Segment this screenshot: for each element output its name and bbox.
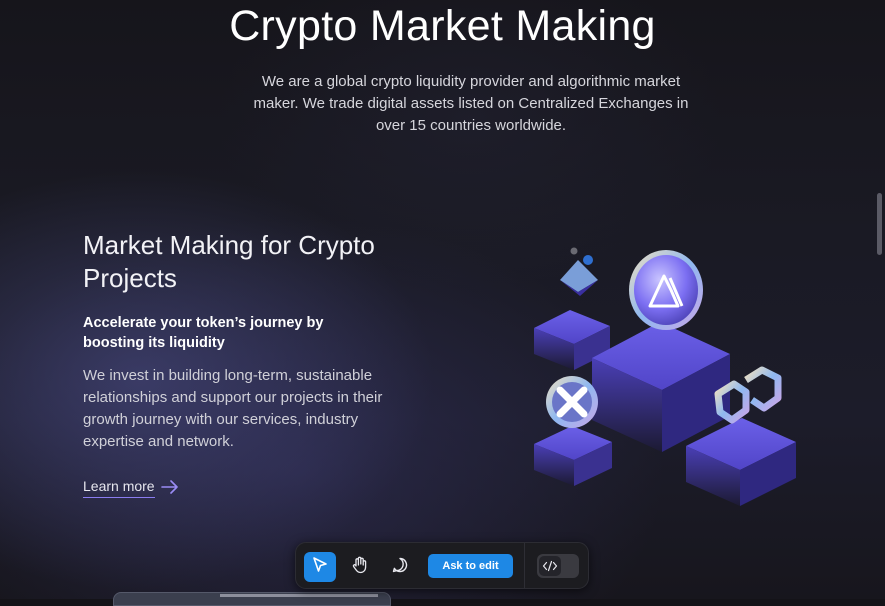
code-view-toggle[interactable] xyxy=(537,554,579,578)
triangle-token-icon xyxy=(560,247,598,296)
comment-tool-button[interactable] xyxy=(384,552,416,582)
ask-to-edit-button[interactable]: Ask to edit xyxy=(428,554,513,578)
toolbar-divider xyxy=(524,543,525,588)
arrow-right-icon xyxy=(160,479,179,497)
x-token-icon xyxy=(546,376,598,428)
cube-large-center xyxy=(592,322,730,452)
bottom-card-highlight xyxy=(220,594,378,597)
section-title: Market Making for Crypto Projects xyxy=(83,230,375,293)
crypto-illustration xyxy=(520,240,810,520)
hand-icon xyxy=(350,555,370,580)
editor-toolbar: Ask to edit xyxy=(295,542,589,589)
cursor-icon xyxy=(311,556,329,579)
hero-title: Crypto Market Making xyxy=(229,2,656,50)
code-icon xyxy=(539,556,561,576)
scrollbar-thumb[interactable] xyxy=(877,193,882,255)
cursor-tool-button[interactable] xyxy=(304,552,336,582)
section-lead: Accelerate your token’s journey by boost… xyxy=(83,315,324,351)
cube-bottom-right xyxy=(686,418,796,506)
section-body: We invest in building long-term, sustain… xyxy=(83,367,383,450)
avalanche-coin-icon xyxy=(629,250,703,330)
cube-small-bottom-left xyxy=(534,426,612,486)
comment-icon xyxy=(391,556,409,579)
hero-subtitle: We are a global crypto liquidity provide… xyxy=(253,73,689,134)
hand-tool-button[interactable] xyxy=(344,552,376,582)
learn-more-label: Learn more xyxy=(83,478,155,498)
learn-more-link[interactable]: Learn more xyxy=(83,478,179,498)
